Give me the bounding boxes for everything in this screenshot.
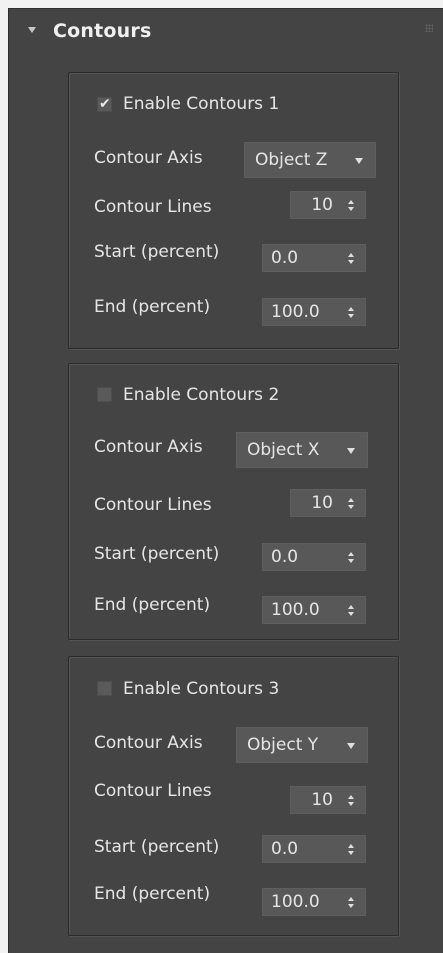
end-percent-label: End (percent)	[94, 297, 211, 317]
end-percent-value: 100.0	[271, 892, 320, 912]
contour-lines-label: Contour Lines	[94, 197, 212, 217]
rollout-header[interactable]: Contours	[9, 9, 443, 55]
start-percent-spinner[interactable]: 0.0	[262, 543, 366, 571]
start-percent-spinner[interactable]: 0.0	[262, 835, 366, 863]
enable-contours-3-label[interactable]: Enable Contours 3	[123, 679, 279, 699]
spinner-arrows-icon[interactable]	[348, 605, 356, 617]
triangle-down-icon[interactable]	[28, 27, 36, 33]
chevron-down-icon	[347, 743, 355, 749]
contours-group-3: Enable Contours 3 Contour Axis Object Y …	[68, 656, 399, 936]
grip-dots-icon[interactable]	[425, 24, 433, 32]
contours-panel: Contours ✔ Enable Contours 1 Contour Axi…	[8, 8, 443, 953]
checkmark-icon: ✔	[99, 96, 111, 112]
chevron-down-icon	[347, 448, 355, 454]
rollout-title: Contours	[53, 20, 152, 42]
enable-contours-1-checkbox[interactable]: ✔	[97, 96, 112, 112]
end-percent-value: 100.0	[271, 302, 320, 322]
spinner-arrows-icon[interactable]	[348, 844, 356, 856]
contours-group-2: Enable Contours 2 Contour Axis Object X …	[68, 363, 399, 640]
contour-lines-label: Contour Lines	[94, 781, 212, 801]
chevron-down-icon	[355, 158, 363, 164]
start-percent-label: Start (percent)	[94, 544, 220, 564]
end-percent-label: End (percent)	[94, 595, 211, 615]
enable-contours-1-label[interactable]: Enable Contours 1	[123, 94, 279, 114]
contour-lines-label: Contour Lines	[94, 495, 212, 515]
spinner-arrows-icon[interactable]	[348, 200, 356, 212]
contour-lines-spinner[interactable]: 10	[290, 786, 366, 814]
enable-contours-3-checkbox[interactable]	[97, 681, 112, 696]
start-percent-label: Start (percent)	[94, 242, 220, 262]
contour-axis-label: Contour Axis	[94, 733, 203, 753]
start-percent-value: 0.0	[271, 547, 299, 567]
enable-contours-2-checkbox[interactable]	[97, 387, 112, 402]
contour-axis-dropdown[interactable]: Object X	[236, 432, 368, 468]
contour-lines-spinner[interactable]: 10	[290, 489, 366, 517]
spinner-arrows-icon[interactable]	[348, 795, 356, 807]
contours-group-1: ✔ Enable Contours 1 Contour Axis Object …	[68, 72, 399, 349]
spinner-arrows-icon[interactable]	[348, 253, 356, 265]
contour-axis-label: Contour Axis	[94, 437, 203, 457]
end-percent-spinner[interactable]: 100.0	[262, 298, 366, 326]
start-percent-spinner[interactable]: 0.0	[262, 244, 366, 272]
contour-axis-dropdown[interactable]: Object Y	[236, 727, 368, 763]
spinner-arrows-icon[interactable]	[348, 498, 356, 510]
end-percent-label: End (percent)	[94, 884, 211, 904]
contour-lines-spinner[interactable]: 10	[290, 191, 366, 219]
contour-axis-value: Object Z	[255, 150, 328, 170]
contour-lines-value: 10	[311, 195, 333, 215]
contour-axis-label: Contour Axis	[94, 148, 203, 168]
contour-lines-value: 10	[311, 790, 333, 810]
contour-axis-dropdown[interactable]: Object Z	[244, 142, 376, 178]
end-percent-spinner[interactable]: 100.0	[262, 596, 366, 624]
enable-contours-2-label[interactable]: Enable Contours 2	[123, 385, 279, 405]
spinner-arrows-icon[interactable]	[348, 552, 356, 564]
end-percent-spinner[interactable]: 100.0	[262, 888, 366, 916]
start-percent-value: 0.0	[271, 248, 299, 268]
start-percent-label: Start (percent)	[94, 837, 220, 857]
contour-lines-value: 10	[311, 493, 333, 513]
spinner-arrows-icon[interactable]	[348, 897, 356, 909]
contour-axis-value: Object X	[247, 440, 320, 460]
spinner-arrows-icon[interactable]	[348, 307, 356, 319]
start-percent-value: 0.0	[271, 839, 299, 859]
end-percent-value: 100.0	[271, 600, 320, 620]
contour-axis-value: Object Y	[247, 735, 319, 755]
